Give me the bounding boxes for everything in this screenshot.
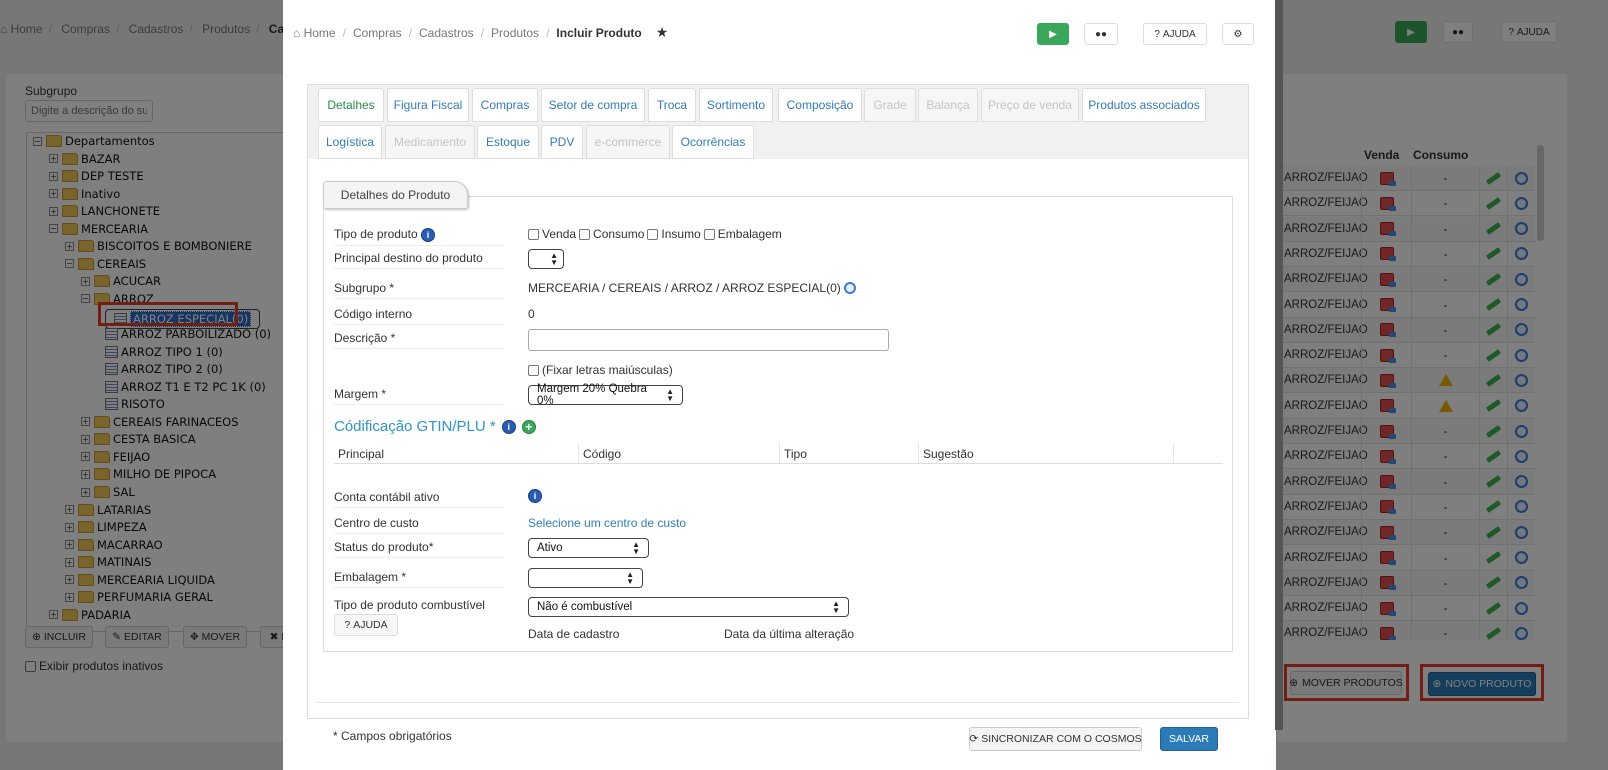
fixar-toggle[interactable]: (Fixar letras maiúsculas)	[528, 363, 673, 377]
refresh-icon: ⟳	[969, 733, 979, 745]
select-arrow-icon: ▲ ▼	[832, 599, 840, 615]
margem-label: Margem *	[334, 387, 504, 405]
tab-medicamento: Medicamento	[385, 125, 475, 159]
fixar-checkbox[interactable]	[528, 364, 539, 376]
codigo-interno-value: 0	[528, 307, 535, 321]
combustivel-select[interactable]: Não é combustível ▲ ▼	[528, 597, 849, 617]
question-icon: ?	[344, 619, 351, 631]
megaphone-icon: ▶	[1049, 28, 1057, 40]
gtin-col-sugestao: Sugestão	[919, 443, 1174, 464]
breadcrumb-produtos[interactable]: Produtos	[491, 26, 539, 40]
settings-button[interactable]: ⚙	[1222, 23, 1254, 45]
embalagem-checkbox[interactable]	[703, 228, 715, 240]
tab-detalhes[interactable]: Detalhes	[318, 88, 384, 122]
gtin-col-principal: Principal	[334, 443, 579, 464]
conta-contabil-value: i	[528, 489, 542, 503]
tab-produtos-associados[interactable]: Produtos associados	[1082, 88, 1206, 122]
conta-contabil-label: Conta contábil ativo	[334, 490, 504, 508]
tipo-produto-label: Tipo de produto i	[334, 227, 504, 246]
tab-setor-de-compra[interactable]: Setor de compra	[541, 88, 645, 122]
ajuda-button[interactable]: ? AJUDA	[334, 614, 398, 636]
question-icon: ?	[1154, 28, 1160, 40]
venda-checkbox[interactable]	[528, 228, 539, 240]
breadcrumb-cadastros[interactable]: Cadastros	[419, 26, 474, 40]
gtin-table-line	[334, 463, 1223, 464]
breadcrumb-current: Incluir Produto	[556, 25, 642, 40]
tab-e-commerce: e-commerce	[586, 125, 670, 159]
footer-divider	[317, 702, 1239, 703]
data-cadastro-label: Data de cadastro	[528, 627, 620, 641]
required-note: * Campos obrigatórios	[333, 729, 452, 743]
tipo-produto-options: Venda Consumo Insumo Embalagem	[528, 227, 782, 241]
gtin-section-title: Códificação GTIN/PLU * i +	[334, 418, 536, 435]
embalagem-select[interactable]: ▲ ▼	[528, 568, 643, 588]
select-arrow-icon: ▲ ▼	[550, 251, 558, 267]
status-select[interactable]: Ativo ▲ ▼	[528, 538, 649, 558]
centro-custo-label: Centro de custo	[334, 516, 504, 534]
select-arrow-icon: ▲ ▼	[666, 387, 674, 403]
save-button[interactable]: SALVAR	[1160, 727, 1218, 751]
gtin-col-codigo: Código	[579, 443, 780, 464]
info-icon[interactable]: i	[528, 489, 542, 503]
principal-destino-select[interactable]: ▲ ▼	[528, 249, 564, 269]
subgrupo-value: MERCEARIA / CEREAIS / ARROZ / ARROZ ESPE…	[528, 281, 856, 295]
tab-compras[interactable]: Compras	[472, 88, 538, 122]
info-icon[interactable]: i	[420, 228, 435, 242]
insumo-checkbox[interactable]	[647, 228, 659, 240]
help-button[interactable]: ?AJUDA	[1143, 23, 1207, 45]
tab-grade: Grade	[864, 88, 916, 122]
embalagem-label: Embalagem *	[334, 570, 504, 588]
tab-figura-fiscal[interactable]: Figura Fiscal	[387, 88, 469, 122]
gtin-col-tipo: Tipo	[780, 443, 919, 464]
breadcrumb-home[interactable]: Home	[304, 26, 336, 40]
users-icon: ●●	[1094, 28, 1108, 40]
users-button[interactable]: ●●	[1084, 23, 1118, 45]
combustivel-label: Tipo de produto combustível	[334, 598, 485, 612]
codigo-interno-label: Código interno	[334, 307, 504, 325]
principal-destino-label: Principal destino do produto	[334, 251, 504, 269]
tab-sortimento[interactable]: Sortimento	[699, 88, 773, 122]
margem-select[interactable]: Margem 20% Quebra 0% ▲ ▼	[528, 383, 683, 407]
tab-log-stica[interactable]: Logística	[318, 125, 382, 159]
consumo-checkbox[interactable]	[579, 228, 591, 240]
section-title: Detalhes do Produto	[323, 181, 468, 209]
sync-cosmos-button[interactable]: ⟳ SINCRONIZAR COM O COSMOS	[969, 727, 1142, 751]
tab-pdv[interactable]: PDV	[541, 125, 583, 159]
tab-balan-a: Balança	[918, 88, 978, 122]
modal-breadcrumb: ⌂ Home / Compras / Cadastros / Produtos / In…	[293, 24, 669, 41]
subgrupo-label: Subgrupo *	[334, 281, 504, 299]
select-arrow-icon: ▲ ▼	[626, 570, 634, 586]
home-icon: ⌂	[293, 25, 304, 40]
select-arrow-icon: ▲ ▼	[632, 540, 640, 556]
search-icon[interactable]	[843, 282, 856, 294]
descricao-input[interactable]	[528, 329, 889, 351]
tab-estoque[interactable]: Estoque	[477, 125, 539, 159]
descricao-label: Descrição *	[334, 331, 504, 349]
tab-pre-o-de-venda: Preço de venda	[981, 88, 1079, 122]
add-icon[interactable]: +	[521, 419, 536, 434]
status-label: Status do produto*	[334, 540, 504, 558]
info-icon[interactable]: i	[501, 419, 516, 434]
announce-button[interactable]: ▶	[1037, 23, 1069, 45]
star-icon[interactable]: ★	[656, 24, 669, 41]
tab-ocorr-ncias[interactable]: Ocorrências	[672, 125, 754, 159]
modal-scrollbar[interactable]	[1275, 0, 1283, 730]
breadcrumb-compras[interactable]: Compras	[353, 26, 402, 40]
gears-icon: ⚙	[1233, 28, 1243, 40]
tab-composi-o[interactable]: Composição	[778, 88, 862, 122]
centro-custo-link[interactable]: Selecione um centro de custo	[528, 516, 686, 530]
data-alteracao-label: Data da última alteração	[724, 627, 855, 641]
tab-troca[interactable]: Troca	[648, 88, 696, 122]
